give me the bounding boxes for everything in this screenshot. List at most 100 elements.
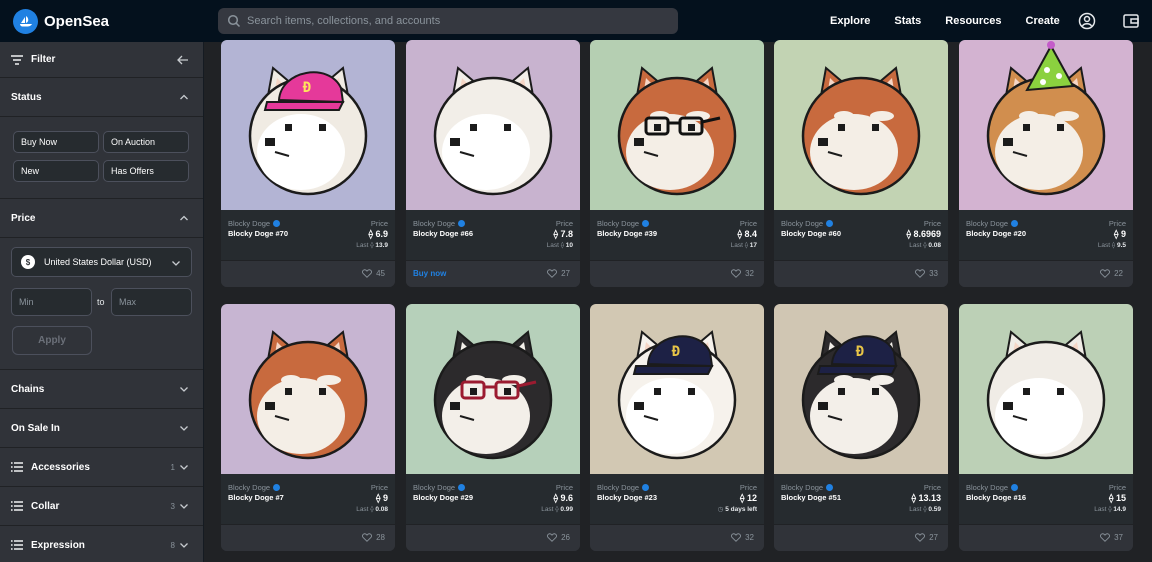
nft-name[interactable]: Blocky Doge #29 [413, 493, 473, 502]
collection-name[interactable]: Blocky Doge [413, 483, 466, 492]
currency-select[interactable]: $ United States Dollar (USD) [11, 247, 192, 277]
favorite-button[interactable]: 33 [915, 269, 938, 278]
nft-image[interactable] [959, 40, 1133, 210]
accessories-section-header[interactable]: Accessories 1 [0, 448, 203, 487]
chains-section-header[interactable]: Chains [0, 370, 203, 409]
nft-card[interactable]: Blocky Doge Blocky Doge #39 Price ⟠ 8.4 … [590, 40, 764, 287]
nft-card[interactable]: Ð Blocky Doge Blocky Doge #23 Price ⟠ 12… [590, 304, 764, 551]
collection-name[interactable]: Blocky Doge [228, 219, 281, 228]
favorite-button[interactable]: 37 [1100, 533, 1123, 542]
brand-logo[interactable]: OpenSea [13, 8, 218, 34]
nft-card[interactable]: Blocky Doge Blocky Doge #60 Price ⟠ 8.69… [774, 40, 948, 287]
favorite-button[interactable]: 32 [731, 533, 754, 542]
favorite-button[interactable]: 27 [915, 533, 938, 542]
collapse-arrow-icon[interactable] [177, 54, 189, 66]
collection-name[interactable]: Blocky Doge [597, 219, 650, 228]
nft-card[interactable]: Ð Blocky Doge Blocky Doge #51 Price ⟠ 13… [774, 304, 948, 551]
status-section-header[interactable]: Status [0, 78, 203, 117]
nft-name[interactable]: Blocky Doge #20 [966, 229, 1026, 238]
nft-image[interactable]: Ð [590, 304, 764, 474]
collection-name[interactable]: Blocky Doge [781, 219, 834, 228]
nav-link-stats[interactable]: Stats [894, 15, 921, 27]
verified-badge-icon [273, 220, 281, 227]
doge-artwork [433, 66, 553, 196]
accessories-count: 1 [170, 462, 175, 472]
favorite-button[interactable]: 45 [362, 269, 385, 278]
nft-card[interactable]: Blocky Doge Blocky Doge #7 Price ⟠ 9 Las… [221, 304, 395, 551]
apply-button[interactable]: Apply [12, 326, 92, 355]
price-value: ⟠ 7.8 [554, 229, 573, 240]
status-chip-buy-now[interactable]: Buy Now [13, 131, 99, 153]
last-sale: Last ⟠ 9.5 [1098, 241, 1126, 249]
last-value: 9.5 [1116, 242, 1126, 249]
nft-image[interactable]: Ð [774, 304, 948, 474]
collection-name[interactable]: Blocky Doge [597, 483, 650, 492]
status-chip-has-offers[interactable]: Has Offers [103, 160, 189, 182]
heart-icon [547, 269, 558, 278]
price-section-header[interactable]: Price [0, 199, 203, 238]
nav-link-resources[interactable]: Resources [945, 15, 1001, 27]
price-max-input[interactable] [111, 288, 192, 316]
nft-name[interactable]: Blocky Doge #66 [413, 229, 473, 238]
nft-name[interactable]: Blocky Doge #7 [228, 493, 284, 502]
nft-name[interactable]: Blocky Doge #39 [597, 229, 657, 238]
nft-name[interactable]: Blocky Doge #51 [781, 493, 841, 502]
nft-card[interactable]: Ð Blocky Doge Blocky Doge #70 Price ⟠ 6.… [221, 40, 395, 287]
nft-name[interactable]: Blocky Doge #23 [597, 493, 657, 502]
collection-name[interactable]: Blocky Doge [228, 483, 281, 492]
nft-card[interactable]: Blocky Doge Blocky Doge #66 Price ⟠ 7.8 … [406, 40, 580, 287]
chevron-down-icon [172, 261, 180, 266]
svg-text:Ð: Ð [672, 344, 680, 360]
nft-image[interactable] [406, 304, 580, 474]
nft-card[interactable]: Blocky Doge Blocky Doge #29 Price ⟠ 9.6 … [406, 304, 580, 551]
collar-section-header[interactable]: Collar 3 [0, 487, 203, 526]
account-icon[interactable] [1078, 12, 1096, 30]
heart-icon [362, 533, 373, 542]
status-chip-new[interactable]: New [13, 160, 99, 182]
nft-image[interactable] [221, 304, 395, 474]
doge-artwork [248, 330, 368, 460]
status-chip-on-auction[interactable]: On Auction [103, 131, 189, 153]
price-min-input[interactable] [11, 288, 92, 316]
collection-name[interactable]: Blocky Doge [413, 219, 466, 228]
nft-name[interactable]: Blocky Doge #60 [781, 229, 841, 238]
nft-image[interactable] [406, 40, 580, 210]
nft-image[interactable]: Ð [221, 40, 395, 210]
last-label: Last [541, 506, 554, 513]
on-sale-in-title: On Sale In [11, 422, 60, 434]
wallet-icon[interactable] [1122, 12, 1140, 30]
verified-badge-icon [1011, 484, 1019, 491]
favorite-button[interactable]: 28 [362, 533, 385, 542]
expression-section-header[interactable]: Expression 8 [0, 526, 203, 562]
nft-name[interactable]: Blocky Doge #70 [228, 229, 288, 238]
nft-name[interactable]: Blocky Doge #16 [966, 493, 1026, 502]
verified-badge-icon [1011, 220, 1019, 227]
doge-artwork [801, 66, 921, 196]
eth-icon: ⟠ [744, 242, 748, 249]
nft-card[interactable]: Blocky Doge Blocky Doge #16 Price ⟠ 15 L… [959, 304, 1133, 551]
collection-name[interactable]: Blocky Doge [966, 483, 1019, 492]
last-value: 0.59 [928, 506, 941, 513]
favorite-button[interactable]: 26 [547, 533, 570, 542]
nft-image[interactable] [774, 40, 948, 210]
price-amount: 6.9 [375, 229, 388, 239]
nav-link-create[interactable]: Create [1026, 15, 1060, 27]
nft-image[interactable] [590, 40, 764, 210]
collection-name[interactable]: Blocky Doge [781, 483, 834, 492]
favorite-button[interactable]: 32 [731, 269, 754, 278]
favorite-count: 32 [745, 269, 754, 278]
collection-name[interactable]: Blocky Doge [966, 219, 1019, 228]
nav-link-explore[interactable]: Explore [830, 15, 870, 27]
verified-badge-icon [826, 484, 834, 491]
search-bar[interactable] [218, 8, 678, 34]
search-input[interactable] [247, 15, 667, 27]
favorite-button[interactable]: 22 [1100, 269, 1123, 278]
on-sale-in-section-header[interactable]: On Sale In [0, 409, 203, 448]
top-nav: OpenSea Explore Stats Resources Create [0, 0, 1152, 42]
buy-now-button[interactable]: Buy now [413, 269, 446, 278]
collection-label: Blocky Doge [228, 483, 271, 492]
favorite-button[interactable]: 27 [547, 269, 570, 278]
nft-card[interactable]: Blocky Doge Blocky Doge #20 Price ⟠ 9 La… [959, 40, 1133, 287]
card-info: Blocky Doge Blocky Doge #7 Price ⟠ 9 Las… [221, 474, 395, 524]
nft-image[interactable] [959, 304, 1133, 474]
